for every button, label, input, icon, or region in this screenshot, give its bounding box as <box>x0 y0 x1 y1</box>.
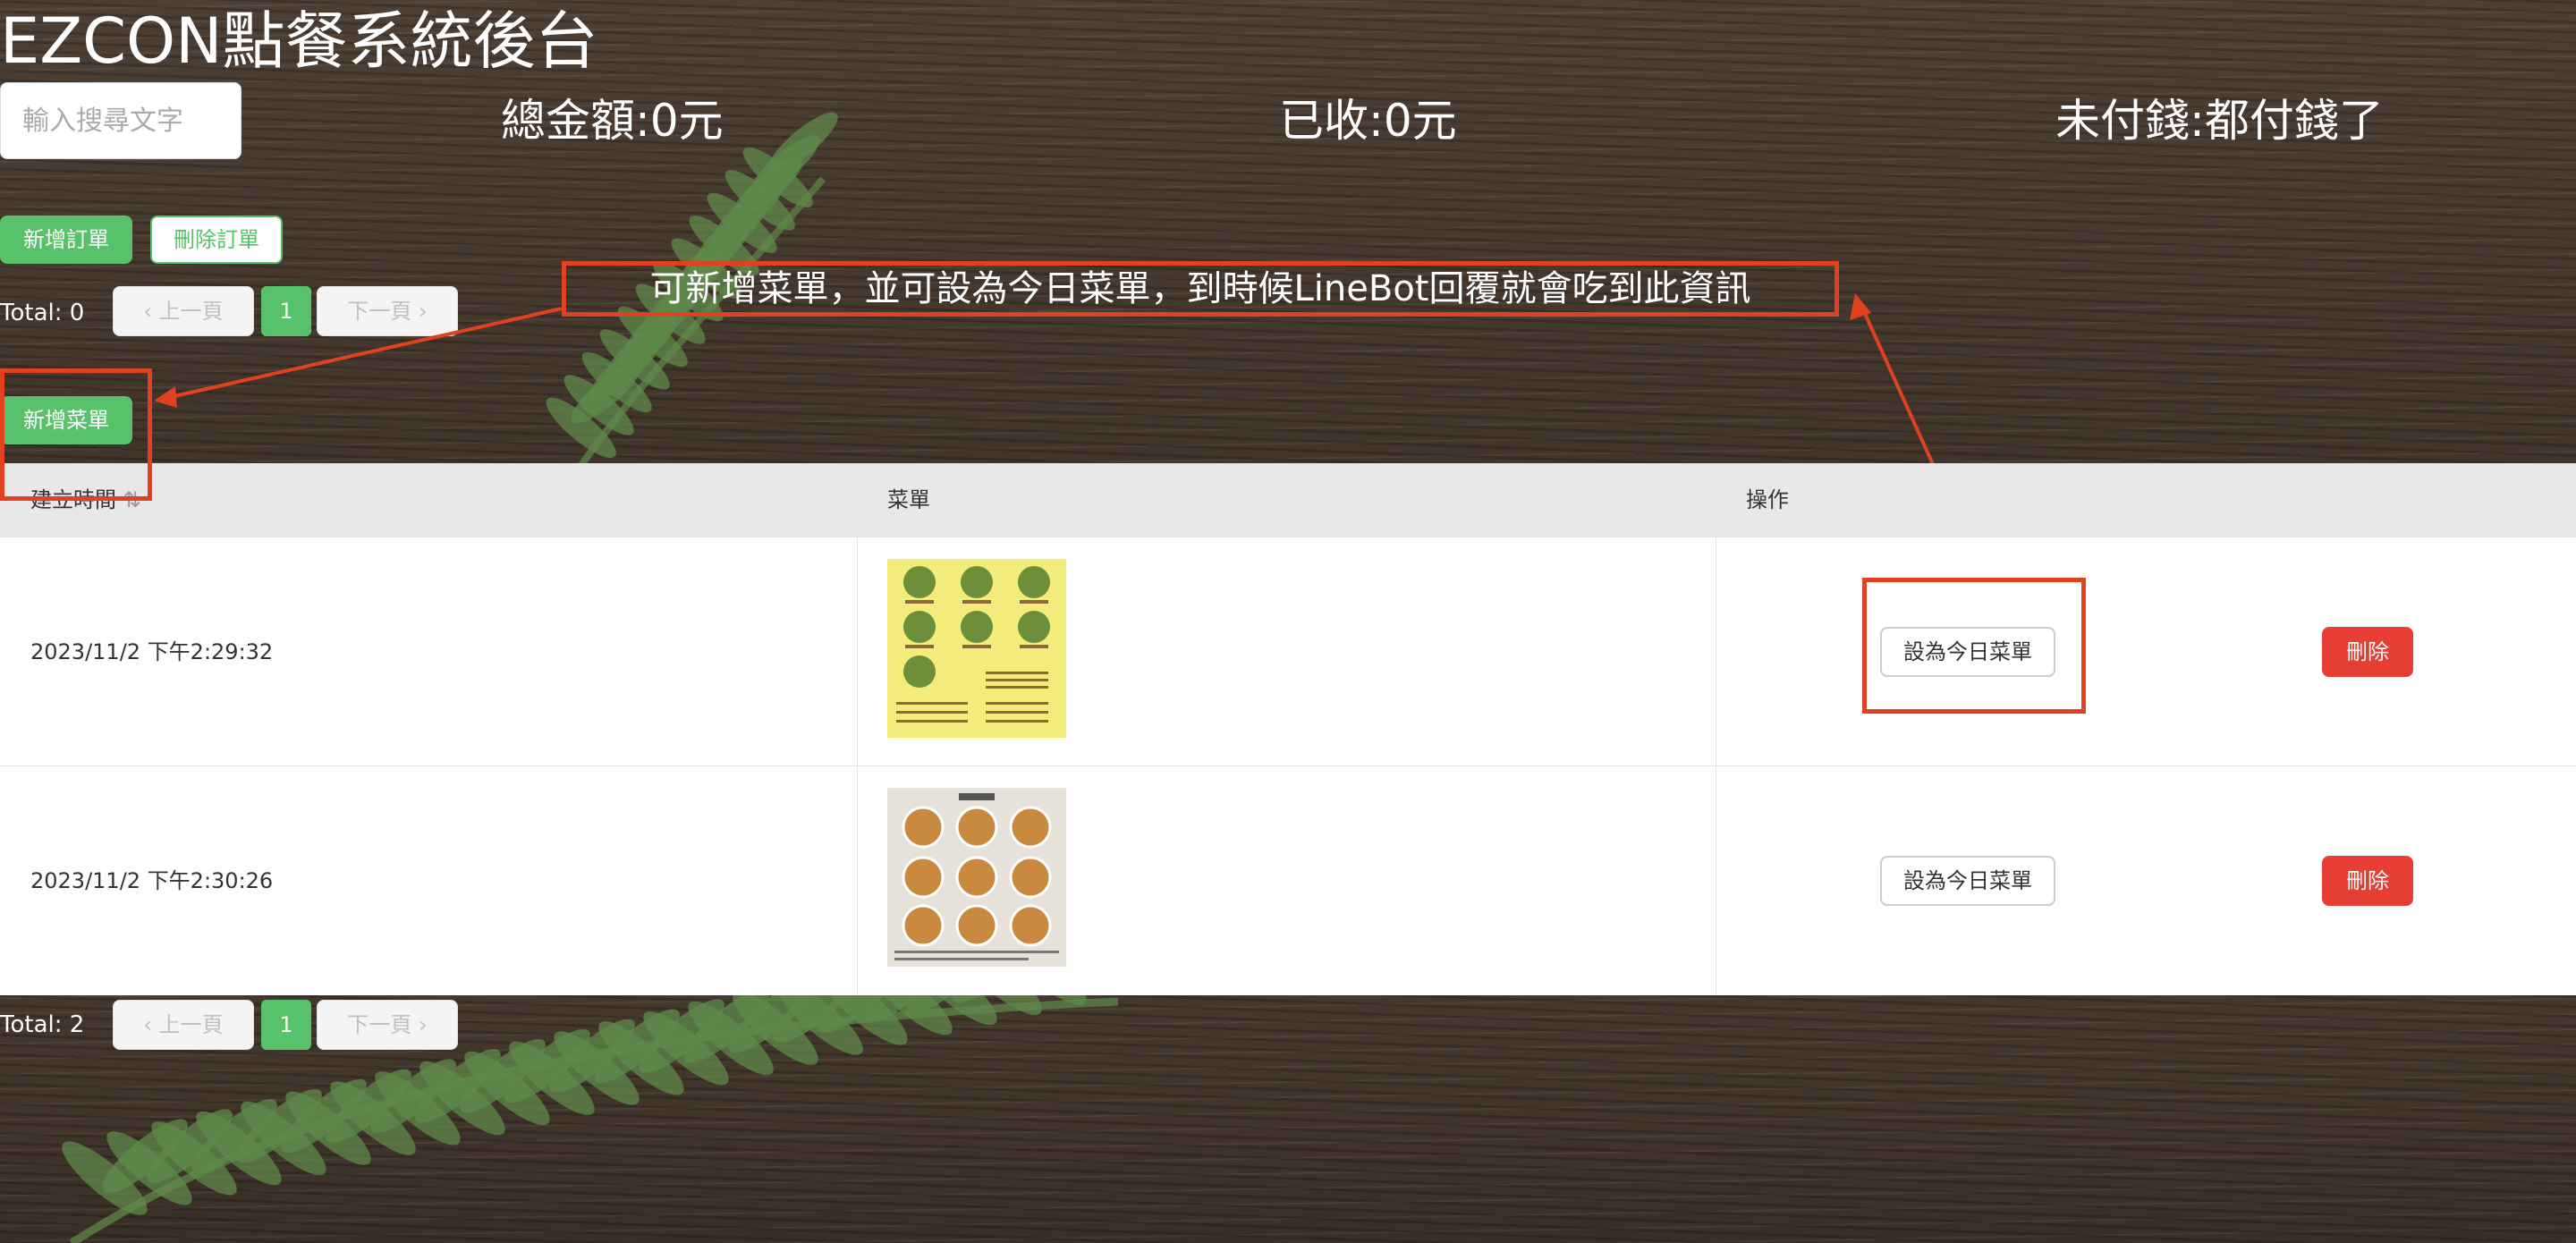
column-divider <box>857 537 858 766</box>
menus-prev-label: 上一頁 <box>158 1012 224 1037</box>
chevron-right-icon: › <box>411 1012 428 1037</box>
menu-thumbnail <box>887 559 1066 738</box>
highlight-add-menu <box>0 368 152 501</box>
arrowhead-left <box>154 386 177 408</box>
chevron-left-icon: ‹ <box>143 1012 159 1037</box>
created-time: 2023/11/2 下午2:29:32 <box>30 639 274 664</box>
delete-menu-button[interactable]: 刪除 <box>2322 856 2413 906</box>
table-row: 2023/11/2 下午2:29:32 設為今日菜單 刪除 <box>0 537 2576 766</box>
table-row: 2023/11/2 下午2:30:26 設為今日菜單 刪除 <box>0 765 2576 995</box>
menus-next-label: 下一頁 <box>347 1012 412 1037</box>
menus-next-button[interactable]: 下一頁 › <box>317 1000 458 1050</box>
delete-menu-button[interactable]: 刪除 <box>2322 627 2413 677</box>
menus-total: Total: 2 <box>0 1011 85 1038</box>
column-actions: 操作 <box>1746 487 1789 512</box>
table-header: 建立時間 ⇅ 菜單 操作 <box>0 463 2576 537</box>
menus-prev-button[interactable]: ‹ 上一頁 <box>113 1000 254 1050</box>
menus-page-1[interactable]: 1 <box>261 1000 311 1050</box>
highlight-set-today <box>1862 578 2086 714</box>
bowls-menu-image[interactable] <box>887 788 1066 967</box>
column-menu: 菜單 <box>887 487 930 512</box>
yellow-menu-image[interactable] <box>887 559 1066 738</box>
column-divider <box>857 766 858 995</box>
arrow-to-add-menu <box>165 307 563 400</box>
menu-thumbnail <box>887 788 1066 967</box>
set-today-menu-button[interactable]: 設為今日菜單 <box>1880 856 2055 906</box>
created-time: 2023/11/2 下午2:30:26 <box>30 868 274 893</box>
menu-table: 建立時間 ⇅ 菜單 操作 2023/11/2 下午2:29:32 設為今日菜單 … <box>0 463 2576 995</box>
